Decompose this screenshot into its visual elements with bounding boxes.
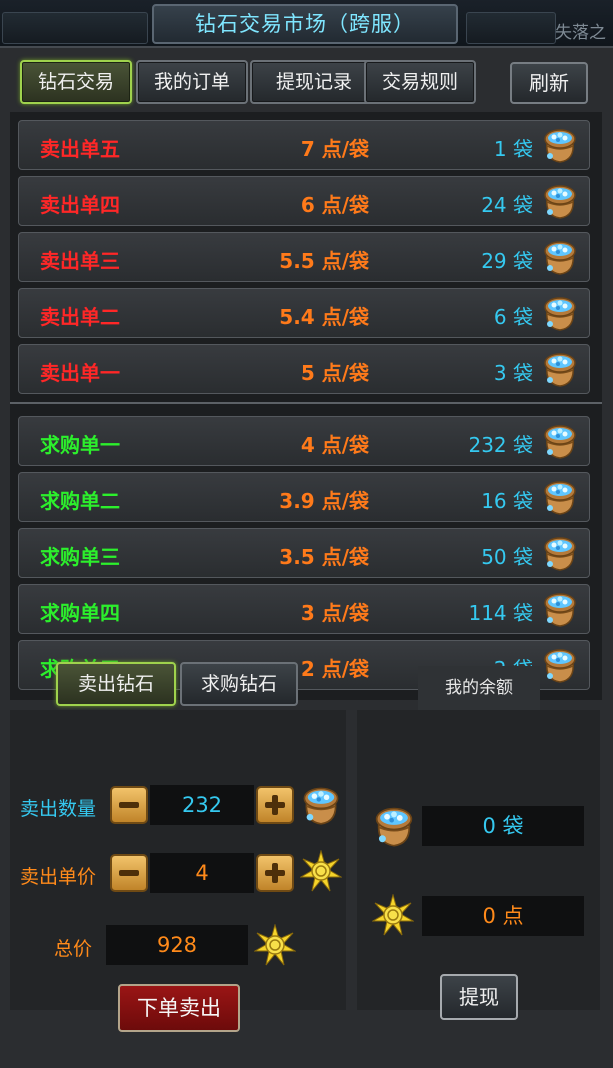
diamond-bag-icon: [541, 350, 579, 388]
order-quantity: 29 袋: [481, 249, 533, 273]
sun-point-icon: [372, 894, 414, 936]
order-quantity: 1 袋: [493, 137, 533, 161]
total-value: 928: [106, 925, 248, 965]
price-input[interactable]: 4: [150, 853, 254, 893]
order-price: 3.5 点/袋: [279, 545, 369, 569]
order-name: 卖出单五: [40, 137, 120, 161]
sell-order-row[interactable]: 卖出单四 6 点/袋 24 袋: [18, 176, 590, 226]
order-book: 卖出单五 7 点/袋 1 袋 卖出单四 6 点/袋 24 袋 卖出单三 5.5 …: [10, 112, 602, 700]
sun-point-icon: [254, 924, 296, 966]
order-price: 3 点/袋: [300, 601, 369, 625]
tab-withdraw-history[interactable]: 提现记录: [250, 60, 378, 104]
order-price: 7 点/袋: [300, 137, 369, 161]
tab-buy-diamonds[interactable]: 求购钻石: [180, 662, 298, 706]
quantity-plus-button[interactable]: [256, 786, 294, 824]
diamond-bag-icon: [541, 646, 579, 684]
place-sell-order-button[interactable]: 下单卖出: [118, 984, 240, 1032]
balance-bags: 0 袋: [422, 806, 584, 846]
tab-my-orders[interactable]: 我的订单: [136, 60, 248, 104]
diamond-bag-icon: [541, 182, 579, 220]
order-name: 卖出单四: [40, 193, 120, 217]
price-minus-button[interactable]: [110, 854, 148, 892]
sun-point-icon: [300, 850, 342, 892]
order-price: 5.5 点/袋: [279, 249, 369, 273]
order-quantity: 114 袋: [468, 601, 533, 625]
order-quantity: 16 袋: [481, 489, 533, 513]
diamond-bag-icon: [300, 784, 342, 826]
sell-order-row[interactable]: 卖出单一 5 点/袋 3 袋: [18, 344, 590, 394]
order-price: 4 点/袋: [300, 433, 369, 457]
diamond-bag-icon: [541, 478, 579, 516]
order-quantity: 3 袋: [493, 361, 533, 385]
sell-order-row[interactable]: 卖出单三 5.5 点/袋 29 袋: [18, 232, 590, 282]
order-quantity: 50 袋: [481, 545, 533, 569]
order-name: 求购单四: [40, 601, 120, 625]
minus-icon: [119, 802, 139, 808]
order-name: 卖出单二: [40, 305, 120, 329]
tab-trade-rules[interactable]: 交易规则: [364, 60, 476, 104]
price-label: 卖出单价: [20, 866, 97, 888]
diamond-bag-icon: [541, 294, 579, 332]
order-name: 求购单三: [40, 545, 120, 569]
buy-order-row[interactable]: 求购单三 3.5 点/袋 50 袋: [18, 528, 590, 578]
order-price: 3.9 点/袋: [279, 489, 369, 513]
sell-order-row[interactable]: 卖出单二 5.4 点/袋 6 袋: [18, 288, 590, 338]
order-name: 求购单一: [40, 433, 120, 457]
diamond-bag-icon: [541, 534, 579, 572]
quantity-input[interactable]: 232: [150, 785, 254, 825]
diamond-bag-icon: [541, 422, 579, 460]
background-side-text: 失落之: [555, 23, 606, 43]
buy-order-row[interactable]: 求购单四 3 点/袋 114 袋: [18, 584, 590, 634]
withdraw-button[interactable]: 提现: [440, 974, 518, 1020]
background-tab-right: [466, 12, 556, 44]
quantity-minus-button[interactable]: [110, 786, 148, 824]
diamond-bag-icon: [372, 804, 416, 848]
buy-order-row[interactable]: 求购单二 3.9 点/袋 16 袋: [18, 472, 590, 522]
refresh-button[interactable]: 刷新: [510, 62, 588, 104]
order-quantity: 232 袋: [468, 433, 533, 457]
order-quantity: 24 袋: [481, 193, 533, 217]
quantity-label: 卖出数量: [20, 798, 97, 820]
window-title: 钻石交易市场（跨服）: [152, 4, 458, 44]
diamond-bag-icon: [541, 238, 579, 276]
order-price: 5.4 点/袋: [279, 305, 369, 329]
order-price: 6 点/袋: [300, 193, 369, 217]
order-price: 5 点/袋: [300, 361, 369, 385]
order-name: 卖出单一: [40, 361, 120, 385]
balance-points: 0 点: [422, 896, 584, 936]
tab-sell-diamonds[interactable]: 卖出钻石: [56, 662, 176, 706]
diamond-bag-icon: [541, 590, 579, 628]
total-label: 总价: [54, 938, 93, 960]
order-name: 卖出单三: [40, 249, 120, 273]
tab-my-balance[interactable]: 我的余额: [418, 666, 540, 710]
order-name: 求购单二: [40, 489, 120, 513]
order-quantity: 6 袋: [493, 305, 533, 329]
buy-order-row[interactable]: 求购单一 4 点/袋 232 袋: [18, 416, 590, 466]
balance-panel: [357, 710, 600, 1010]
minus-icon: [119, 870, 139, 876]
sell-order-row[interactable]: 卖出单五 7 点/袋 1 袋: [18, 120, 590, 170]
diamond-bag-icon: [541, 126, 579, 164]
background-tab-left: [2, 12, 148, 44]
tab-diamond-trade[interactable]: 钻石交易: [20, 60, 132, 104]
order-book-divider: [10, 402, 602, 404]
price-plus-button[interactable]: [256, 854, 294, 892]
